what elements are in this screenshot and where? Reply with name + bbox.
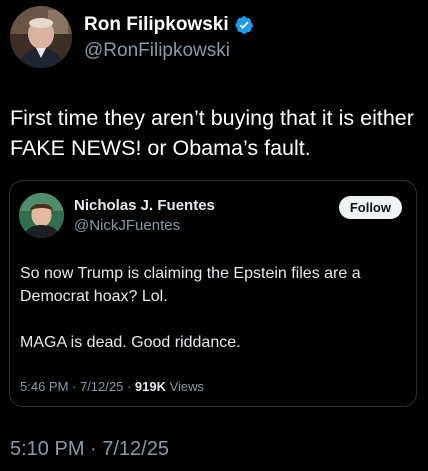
quoted-author-names: Nicholas J. Fuentes @NickJFuentes: [74, 197, 215, 234]
post-timestamp[interactable]: 5:10 PM · 7/12/25: [10, 438, 169, 461]
author-avatar[interactable]: [10, 6, 72, 68]
author-names: Ron Filipkowski @RonFilipkowski: [84, 12, 254, 62]
quoted-post-header: Nicholas J. Fuentes @NickJFuentes: [19, 193, 215, 238]
follow-button[interactable]: Follow: [338, 196, 402, 219]
verified-badge-icon[interactable]: [234, 15, 254, 35]
post-header: Ron Filipkowski @RonFilipkowski: [10, 6, 254, 68]
quoted-post-views-count: 919K: [134, 379, 166, 394]
quoted-author-avatar[interactable]: [19, 193, 64, 238]
quoted-post-paragraph: MAGA is dead. Good riddance.: [20, 334, 241, 351]
quoted-post-time[interactable]: 5:46 PM · 7/12/25 ·: [20, 379, 135, 394]
quoted-post-card[interactable]: Nicholas J. Fuentes @NickJFuentes Follow…: [9, 180, 417, 407]
quoted-post-views-label: Views: [165, 379, 205, 394]
author-handle[interactable]: @RonFilipkowski: [84, 40, 254, 62]
quoted-author-display-name[interactable]: Nicholas J. Fuentes: [74, 197, 215, 214]
quoted-post-meta: 5:46 PM · 7/12/25 · 919K Views: [20, 379, 204, 394]
quoted-post-text: So now Trump is claiming the Epstein fil…: [20, 262, 405, 354]
post-text: First time they aren’t buying that it is…: [10, 106, 414, 160]
author-name-row: Ron Filipkowski: [84, 12, 254, 38]
post: Ron Filipkowski @RonFilipkowski First ti…: [0, 0, 428, 471]
quoted-author-handle[interactable]: @NickJFuentes: [74, 217, 215, 234]
author-avatar-image: [10, 6, 72, 68]
quoted-author-avatar-image: [19, 193, 64, 238]
author-display-name[interactable]: Ron Filipkowski: [84, 14, 229, 36]
quoted-post-paragraph: So now Trump is claiming the Epstein fil…: [20, 265, 361, 305]
